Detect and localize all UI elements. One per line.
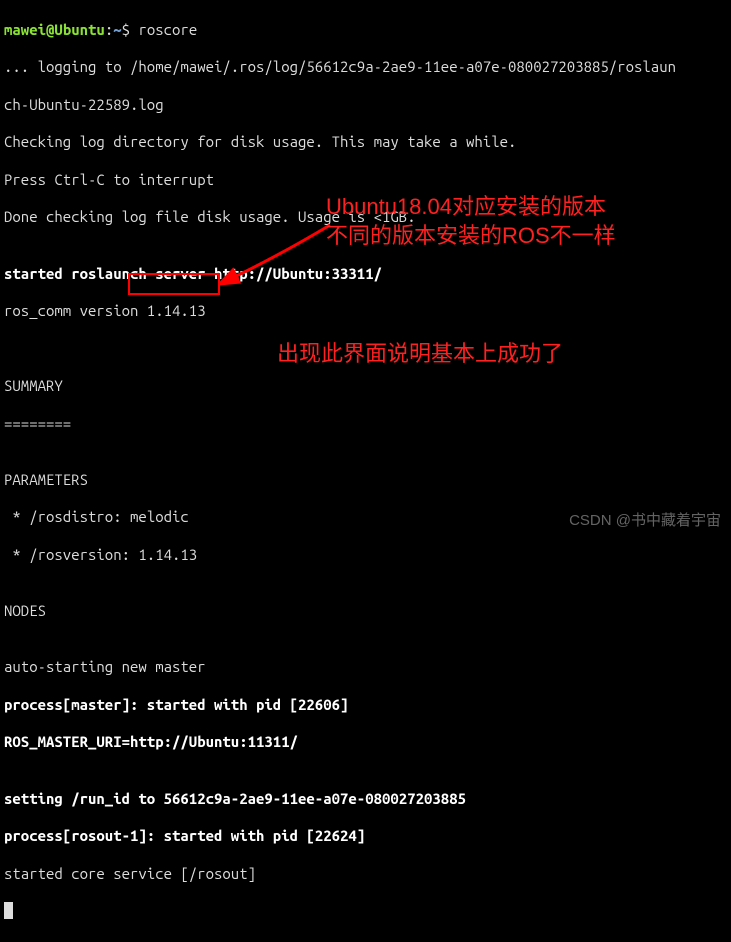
prompt-symbol: $ — [122, 21, 130, 38]
output-line: ROS_MASTER_URI=http://Ubuntu:11311/ — [4, 733, 727, 752]
terminal-cursor — [4, 902, 13, 919]
command-text: roscore — [138, 21, 197, 38]
rosdistro-label: * /rosdistro: — [4, 508, 130, 525]
watermark-text: CSDN @书中藏着宇宙 — [569, 512, 721, 531]
annotation-version: Ubuntu18.04对应安装的版本 不同的版本安装的ROS不一样 — [326, 193, 616, 250]
output-line: Checking log directory for disk usage. T… — [4, 133, 727, 152]
output-line: started core service [/rosout] — [4, 865, 727, 884]
rosdistro-value: melodic — [130, 508, 189, 525]
output-line: setting /run_id to 56612c9a-2ae9-11ee-a0… — [4, 790, 727, 809]
output-line: SUMMARY — [4, 377, 727, 396]
terminal-output[interactable]: mawei@Ubuntu:~$ roscore ... logging to /… — [0, 0, 731, 942]
output-line: auto-starting new master — [4, 658, 727, 677]
output-line: process[master]: started with pid [22606… — [4, 696, 727, 715]
output-line: ======== — [4, 415, 727, 434]
cursor-line — [4, 902, 727, 921]
annotation-success: 出现此界面说明基本上成功了 — [277, 340, 563, 369]
prompt-path: ~ — [113, 21, 121, 38]
annotation-line: 不同的版本安装的ROS不一样 — [326, 222, 616, 251]
output-line: started roslaunch server http://Ubuntu:3… — [4, 265, 727, 284]
output-line: * /rosversion: 1.14.13 — [4, 546, 727, 565]
output-line: Press Ctrl-C to interrupt — [4, 171, 727, 190]
output-line: ros_comm version 1.14.13 — [4, 302, 727, 321]
output-line: ... logging to /home/mawei/.ros/log/5661… — [4, 58, 727, 77]
prompt-line: mawei@Ubuntu:~$ roscore — [4, 21, 727, 40]
output-line: ch-Ubuntu-22589.log — [4, 96, 727, 115]
output-line: PARAMETERS — [4, 471, 727, 490]
output-line: NODES — [4, 602, 727, 621]
prompt-host: Ubuntu — [54, 21, 104, 38]
output-line: process[rosout-1]: started with pid [226… — [4, 827, 727, 846]
prompt-user: mawei — [4, 21, 46, 38]
annotation-line: 出现此界面说明基本上成功了 — [277, 341, 563, 366]
prompt-colon: : — [105, 21, 113, 38]
annotation-line: Ubuntu18.04对应安装的版本 — [326, 193, 616, 222]
